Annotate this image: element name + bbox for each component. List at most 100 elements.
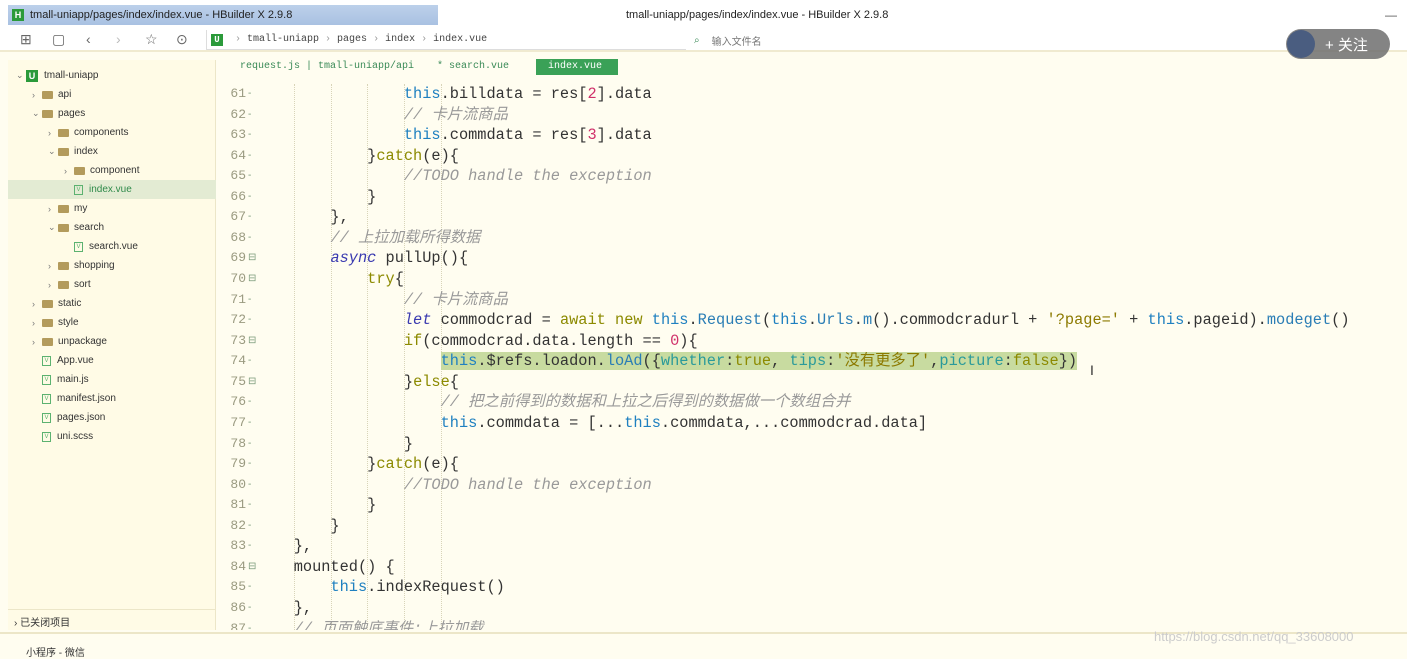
code-token: { [449,372,459,391]
chevron-right-icon[interactable]: › [32,299,42,309]
save-icon[interactable]: ▢ [52,31,65,48]
code-line: this.$refs.loadon.loAd({whether:true, ti… [257,351,1078,372]
chevron-right-icon[interactable]: › [48,261,58,271]
code-line: } [257,495,376,516]
code-token: '?page=' [1046,311,1120,330]
chevron-right-icon[interactable]: › [48,204,58,214]
minimize-button[interactable]: — [1385,8,1397,22]
code-token: await [559,311,606,330]
line-number: 81 [230,497,246,513]
chevron-right-icon[interactable]: › [32,90,42,100]
tree-item[interactable]: › static [8,294,216,313]
fold-line: - [248,129,252,141]
code-token: async [330,249,377,268]
tree-item[interactable]: › my [8,199,216,218]
line-number: 63 [230,127,246,143]
tree-item-label: index.vue [89,184,132,195]
code-line: this.indexRequest() [257,577,505,598]
tab-search-vue[interactable]: * search.vue [437,59,509,75]
breadcrumb-item[interactable]: index [385,34,415,45]
tab-index-vue[interactable]: index.vue [536,59,618,75]
code-token: .indexRequest() [367,578,505,597]
tree-item[interactable]: ⌄ search [8,218,216,237]
code-editor[interactable]: 61- this.billdata = res[2].data 62- // 卡片… [218,84,1407,630]
tree-item[interactable]: › components [8,123,216,142]
status-platform[interactable]: 小程序 - 微信 [26,648,85,659]
tree-item[interactable]: V App.vue [8,351,216,370]
line-number: 71 [230,291,246,307]
code-line: } [257,434,413,455]
star-icon[interactable]: ☆ [145,31,158,48]
fold-icon[interactable]: ⊟ [248,557,256,578]
breadcrumb-item[interactable]: tmall-uniapp [247,34,319,45]
code-token: } [257,496,377,515]
code-token: //TODO handle the exception [403,475,652,494]
new-file-icon[interactable]: ⊞ [20,31,32,48]
avatar [1287,30,1315,58]
code-token: try [367,270,395,289]
code-token: this [330,578,368,597]
tree-item[interactable]: ⌄ pages [8,104,216,123]
chevron-down-icon[interactable]: ⌄ [16,70,26,81]
tree-item[interactable]: Vuni.scss [8,427,216,446]
code-token: //TODO handle the exception [403,167,652,186]
chevron-down-icon[interactable]: ⌄ [32,108,42,119]
back-icon[interactable]: ‹ [86,31,91,47]
tree-item[interactable]: › style [8,313,216,332]
tree-item[interactable]: ⌄ Utmall-uniapp [8,66,216,85]
tree-item[interactable]: › unpackage [8,332,216,351]
tree-item[interactable]: Vsearch.vue [8,237,216,256]
fold-icon[interactable]: ⊟ [248,331,256,352]
tree-item-label: component [90,165,140,176]
code-token: // 卡片流商品 [403,105,508,124]
fold-icon[interactable]: ⊟ [248,248,256,269]
line-number: 64 [230,147,246,163]
tree-item[interactable]: › shopping [8,256,216,275]
line-number: 69 [230,250,246,266]
follow-button[interactable]: + 关注 [1286,29,1390,59]
code-token: picture [939,352,1004,371]
tree-item[interactable]: Vindex.vue [8,180,216,199]
fold-icon[interactable]: ⊟ [248,269,256,290]
line-number: 66 [230,188,246,204]
closed-projects[interactable]: › 已关闭项目 [8,609,216,633]
tree-item[interactable]: › api [8,85,216,104]
tree-item-label: pages.json [57,412,106,423]
file-search-input[interactable]: ⌕ 输入文件名 [694,33,762,48]
chevron-right-icon[interactable]: › [32,318,42,328]
folder-icon [42,299,53,308]
code-line: }, [257,536,312,557]
fold-line: - [248,149,252,161]
tree-item[interactable]: Vmanifest.json [8,389,216,408]
code-token: (commodcrad.data.length == [422,331,671,350]
tree-item[interactable]: Vmain.js [8,370,216,389]
chevron-down-icon[interactable]: ⌄ [48,222,58,233]
line-number: 68 [230,229,246,245]
tab-request-js[interactable]: request.js | tmall-uniapp/api [240,59,414,75]
run-icon[interactable]: ⊙ [176,31,188,48]
code-line: //TODO handle the exception [257,475,652,496]
forward-icon[interactable]: › [116,31,121,47]
chevron-down-icon[interactable]: ⌄ [48,146,58,157]
chevron-right-icon[interactable]: › [32,337,42,347]
tree-item[interactable]: Vpages.json [8,408,216,427]
code-token: ( [761,311,772,330]
breadcrumb-item[interactable]: pages [337,34,367,45]
chevron-right-icon[interactable]: › [48,128,58,138]
code-line: this.billdata = res[2].data [257,84,652,105]
folder-icon [42,318,53,327]
tree-item[interactable]: › component [8,161,216,180]
chevron-right-icon[interactable]: › [64,166,74,176]
tree-item-label: index [74,146,98,157]
chevron-right-icon[interactable]: › [48,280,58,290]
fold-line: - [248,581,252,593]
tree-item-label: main.js [57,374,89,385]
tree-item[interactable]: ⌄ index [8,142,216,161]
line-number: 61 [230,86,246,101]
code-line: // 卡片流商品 [257,290,508,311]
tree-item[interactable]: › sort [8,275,216,294]
fold-icon[interactable]: ⊟ [248,372,256,393]
breadcrumb-item[interactable]: index.vue [433,34,487,45]
